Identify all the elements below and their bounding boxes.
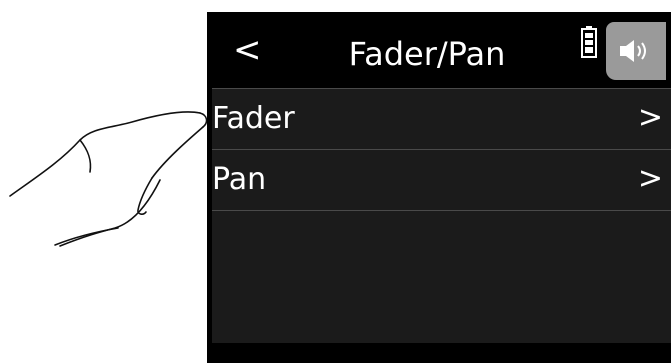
speaker-button[interactable] (606, 22, 666, 80)
menu-item-label: Fader (212, 101, 295, 136)
header-bar: < Fader/Pan (207, 12, 671, 88)
speaker-icon (620, 40, 646, 62)
back-button[interactable]: < (233, 28, 262, 72)
menu-list: Fader > Pan > (212, 88, 671, 343)
menu-item-label: Pan (212, 162, 267, 197)
device-screen: < Fader/Pan Fader > Pan > (207, 12, 671, 363)
battery-icon (581, 26, 597, 62)
menu-item-fader[interactable]: Fader > (212, 88, 671, 149)
page-title: Fader/Pan (348, 35, 506, 73)
chevron-right-icon: > (637, 100, 663, 135)
menu-item-pan[interactable]: Pan > (212, 149, 671, 211)
chevron-right-icon: > (637, 161, 663, 196)
